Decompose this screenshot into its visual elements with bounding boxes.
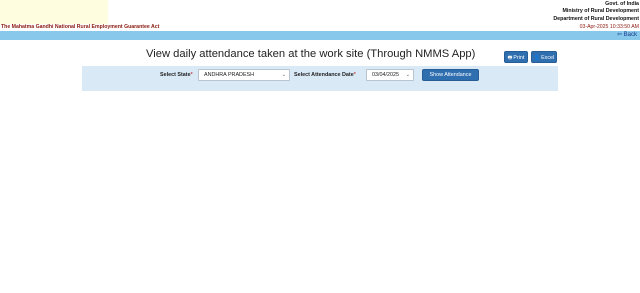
govt-line: Govt. of India	[605, 1, 639, 7]
department-line: Department of Rural Development	[553, 15, 639, 22]
back-label: Back	[623, 32, 637, 38]
required-mark: *	[353, 72, 356, 78]
excel-label: Excel	[541, 55, 555, 61]
chevron-down-icon: ⌄	[281, 72, 286, 78]
date-label-wrap: Select Attendance Date*	[294, 72, 356, 78]
current-datetime: 03-Apr-2025 10:33:50 AM	[579, 24, 639, 30]
state-select[interactable]: ANDHRA PRADESH ⌄	[198, 69, 290, 81]
print-button[interactable]: 🖶Print	[504, 51, 528, 63]
date-select[interactable]: 03/04/2025 ⌄	[366, 69, 414, 81]
act-name: The Mahatma Gandhi National Rural Employ…	[1, 24, 160, 30]
govt-text-block: Govt. of India Ministry of Rural Develop…	[553, 1, 639, 23]
state-select-value: ANDHRA PRADESH	[204, 72, 255, 78]
show-attendance-button[interactable]: Show Attendance	[422, 69, 479, 81]
ministry-line: Ministry of Rural Development	[562, 8, 639, 15]
date-select-value: 03/04/2025	[372, 72, 399, 78]
print-label: Print	[513, 55, 525, 61]
state-label: Select State	[160, 72, 191, 78]
user-icon: 👤	[533, 55, 541, 61]
required-mark: *	[190, 72, 193, 78]
date-label: Select Attendance Date	[294, 72, 354, 78]
page-title: View daily attendance taken at the work …	[146, 48, 476, 60]
back-link[interactable]: ⇦ Back	[617, 31, 637, 40]
state-label-wrap: Select State*	[160, 72, 193, 78]
chevron-down-icon: ⌄	[405, 72, 410, 78]
nav-bar: ⇦ Back	[0, 31, 640, 40]
back-arrow-icon: ⇦	[616, 32, 622, 38]
printer-icon: 🖶	[507, 55, 513, 61]
excel-button[interactable]: 👤Excel	[531, 51, 557, 63]
filter-panel: Select State* ANDHRA PRADESH ⌄ Select At…	[82, 66, 558, 91]
